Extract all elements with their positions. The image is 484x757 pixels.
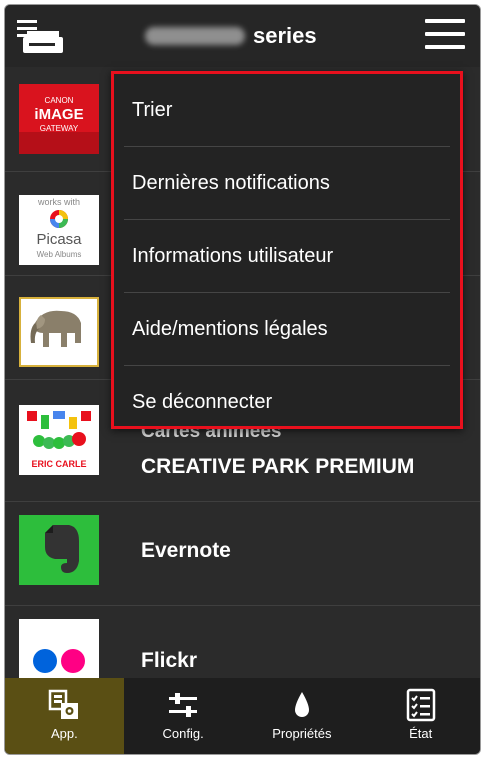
logo-text-eric-carle: ERIC CARLE (31, 459, 87, 469)
title-series-text: series (253, 23, 317, 48)
app-name: CREATIVE PARK PREMIUM (141, 455, 415, 478)
app-name: Evernote (141, 539, 231, 562)
sliders-icon (169, 693, 198, 717)
menu-item-help-legal[interactable]: Aide/mentions légales (124, 293, 450, 366)
ink-drop-icon (294, 692, 309, 717)
logo-text-web-albums: Web Albums (36, 250, 82, 259)
evernote-logo (19, 515, 99, 585)
tab-label: Propriétés (272, 726, 332, 741)
app-name: Flickr (141, 649, 198, 672)
menu-item-trier[interactable]: Trier (124, 74, 450, 147)
menu-item-notifications[interactable]: Dernières notifications (124, 147, 450, 220)
tab-label: Config. (162, 726, 204, 741)
top-bar: series (5, 5, 480, 67)
apps-icon (49, 689, 79, 719)
tab-properties[interactable]: Propriétés (243, 678, 362, 754)
logo-text-picasa: Picasa (36, 231, 82, 248)
menu-item-logout[interactable]: Se déconnecter (124, 366, 450, 439)
picasa-icon (50, 210, 68, 228)
tab-config[interactable]: Config. (124, 678, 243, 754)
eric-carle-thumbnail: ERIC CARLE (19, 405, 99, 475)
menu-item-user-info[interactable]: Informations utilisateur (124, 220, 450, 293)
picasa-logo: works with Picasa Web Albums (19, 195, 99, 265)
logo-text-works-with: works with (37, 197, 80, 207)
page-title: series (145, 21, 317, 51)
canon-image-gateway-logo: CANON iMAGE GATEWAY (19, 84, 99, 154)
logo-text-gateway: GATEWAY (39, 124, 79, 133)
bottom-tab-bar: App. Config. Propriétés État (5, 678, 480, 754)
logo-text-image: iMAGE (34, 106, 84, 123)
app-screen: series CANON iMAGE GATEWAY works with Pi… (4, 4, 481, 755)
list-item-evernote[interactable]: Evernote (5, 501, 480, 606)
logo-text-canon: CANON (44, 96, 74, 105)
dropdown-menu: Trier Dernières notifications Informatio… (111, 71, 463, 429)
elephant-thumbnail (19, 297, 99, 367)
tab-label: État (409, 726, 433, 741)
printer-icon[interactable] (15, 17, 67, 57)
printer-model-redacted (145, 27, 245, 45)
tab-status[interactable]: État (361, 678, 480, 754)
checklist-icon (406, 688, 435, 722)
tab-app[interactable]: App. (5, 678, 124, 754)
hamburger-menu-icon[interactable] (425, 19, 465, 53)
tab-label: App. (51, 726, 78, 741)
